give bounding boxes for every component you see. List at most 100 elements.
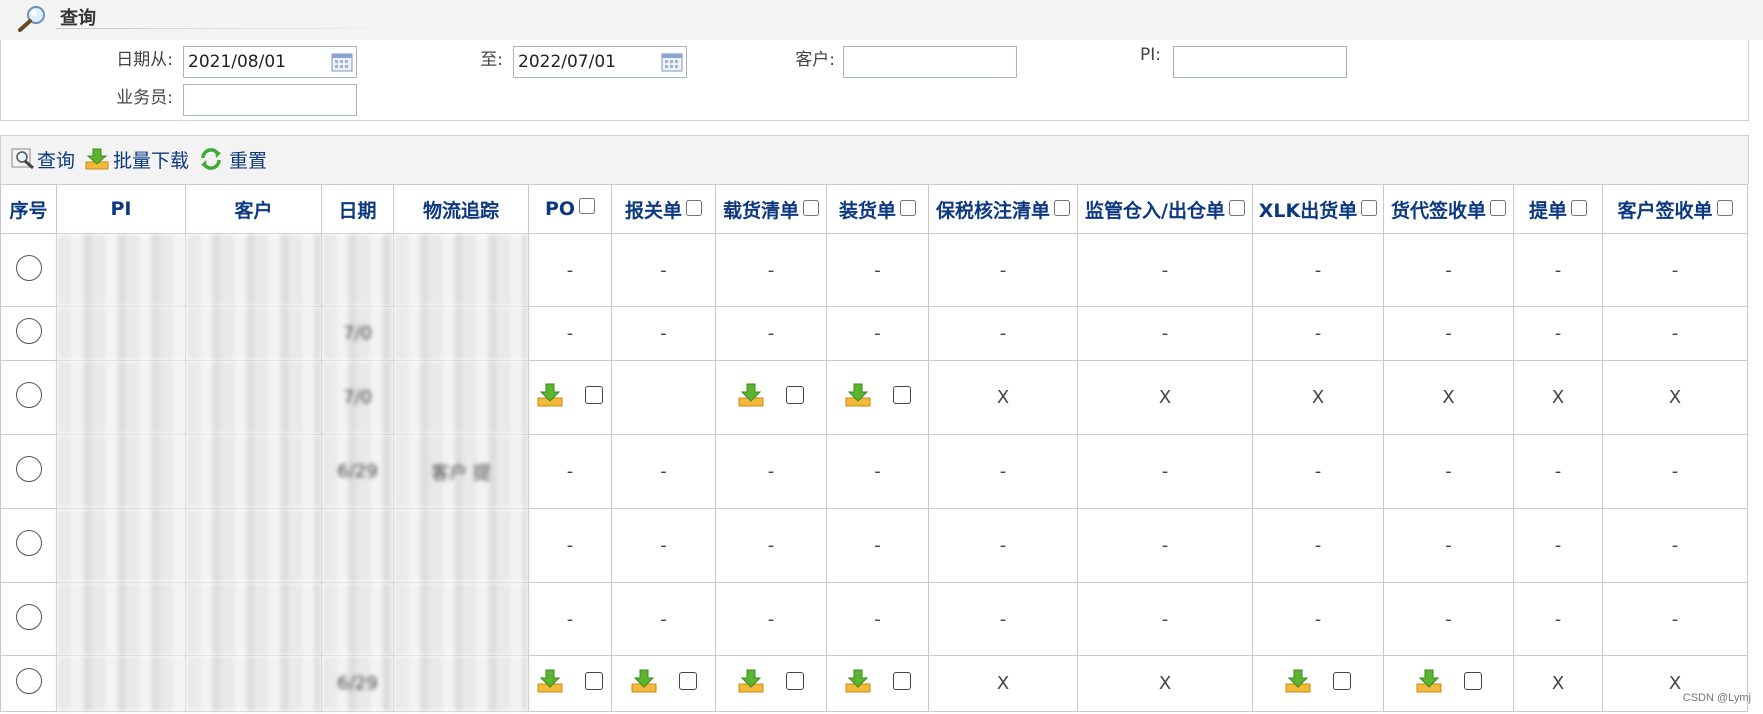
row-radio[interactable] [15,668,42,694]
row-select-cell[interactable] [0,233,57,307]
query-button[interactable]: 查询 [11,145,75,173]
row-select-cell[interactable] [0,582,57,656]
document-cell: - [1077,306,1253,361]
col-header-date[interactable]: 日期 [321,184,394,234]
col-header-customer[interactable]: 客户 [185,184,322,234]
document-cell[interactable] [826,655,929,712]
select-all-xlk-checkbox[interactable] [1361,199,1378,216]
document-cell[interactable] [528,360,612,435]
date-text: 7/0 [343,387,372,408]
document-cell: - [1513,306,1603,361]
table-row[interactable]: ---------- [0,582,1748,656]
select-all-po-checkbox[interactable] [579,198,596,214]
select-all-forwarder-checkbox[interactable] [1490,199,1506,216]
empty-mark: - [660,608,667,630]
document-cell[interactable] [826,360,929,435]
select-all-bonded-checkbox[interactable] [1054,199,1070,216]
pi-input[interactable] [1173,46,1347,78]
document-cell: - [611,582,716,656]
table-row[interactable]: ---------- [0,233,1748,307]
col-header-pi[interactable]: PI [56,184,186,234]
document-download[interactable] [845,383,911,407]
download-icon [738,669,764,693]
document-cell[interactable] [1383,655,1514,712]
document-cell: - [928,508,1078,583]
document-cell: - [611,306,716,361]
table-row[interactable]: ---------- [0,508,1748,583]
document-checkbox[interactable] [1333,672,1351,690]
customer-input[interactable] [843,46,1017,78]
tracking-cell [393,360,529,435]
pi-cell [56,508,186,583]
document-download[interactable] [1285,669,1351,693]
select-all-receipt-checkbox[interactable] [1716,199,1733,216]
document-download[interactable] [631,669,697,693]
row-select-cell[interactable] [0,306,57,361]
document-download[interactable] [738,383,804,407]
row-radio[interactable] [15,382,42,408]
document-cell[interactable] [611,655,716,712]
document-checkbox[interactable] [1463,672,1482,690]
document-cell: - [1252,434,1384,509]
document-checkbox[interactable] [892,386,911,404]
empty-mark: - [660,461,667,482]
row-radio[interactable] [15,254,42,281]
empty-mark: - [1161,323,1169,344]
document-checkbox[interactable] [585,386,603,404]
row-select-cell[interactable] [0,360,57,435]
table-row[interactable]: 6/29 X X X X [0,655,1748,712]
calendar-icon[interactable] [661,52,683,72]
select-all-manifest-checkbox[interactable] [803,199,819,216]
empty-mark: - [1554,535,1562,556]
table-row[interactable]: 6/29 客户 提 - - - - - - - - - - [0,434,1748,509]
document-checkbox[interactable] [678,672,697,690]
row-select-cell[interactable] [0,508,57,583]
document-checkbox[interactable] [786,386,804,404]
row-radio[interactable] [15,603,42,630]
document-download[interactable] [537,383,603,407]
row-select-cell[interactable] [0,434,57,509]
document-cell: - [611,508,716,583]
pi-cell [56,233,186,307]
row-radio[interactable] [15,456,42,482]
empty-mark: - [1314,323,1322,344]
col-header-po: PO [528,184,612,234]
document-checkbox[interactable] [892,672,911,690]
select-all-customs-checkbox[interactable] [686,199,702,216]
row-radio[interactable] [15,318,42,344]
document-cell: - [1383,233,1514,307]
document-cell: - [715,582,827,656]
document-cell[interactable] [528,655,612,712]
col-header-bill-of-lading: 提单 [1513,184,1603,234]
query-form: 日期从: 至: 客户: PI: 业务员: [0,40,1749,121]
select-all-warehouse-checkbox[interactable] [1228,199,1245,216]
empty-mark: - [1161,461,1169,482]
tracking-cell [393,508,529,583]
document-checkbox[interactable] [585,672,603,690]
select-all-bol-checkbox[interactable] [1571,199,1587,216]
row-radio[interactable] [15,530,42,556]
document-cell[interactable] [715,655,827,712]
document-cell[interactable] [715,360,827,435]
document-download[interactable] [738,669,804,693]
document-download[interactable] [845,669,911,693]
empty-mark: - [1554,259,1562,281]
document-cell[interactable] [1252,655,1384,712]
document-cell: - [528,434,612,509]
document-cell: - [1383,306,1514,361]
row-select-cell[interactable] [0,655,57,712]
document-download[interactable] [537,669,603,693]
empty-mark: - [874,608,881,630]
reset-button[interactable]: 重置 [199,145,267,173]
document-checkbox[interactable] [786,672,804,690]
document-cell: X [1077,655,1253,712]
batch-download-button[interactable]: 批量下载 [85,145,189,173]
table-row[interactable]: 7/0 - - - - - - - - - - [0,306,1748,361]
select-all-loading-checkbox[interactable] [900,199,916,216]
table-row[interactable]: 7/0 X X X X X X [0,360,1748,435]
calendar-icon[interactable] [331,52,353,72]
salesperson-input[interactable] [183,84,357,116]
col-header-index: 序号 [0,184,57,234]
unavailable-mark: X [996,673,1010,694]
document-download[interactable] [1416,669,1482,693]
